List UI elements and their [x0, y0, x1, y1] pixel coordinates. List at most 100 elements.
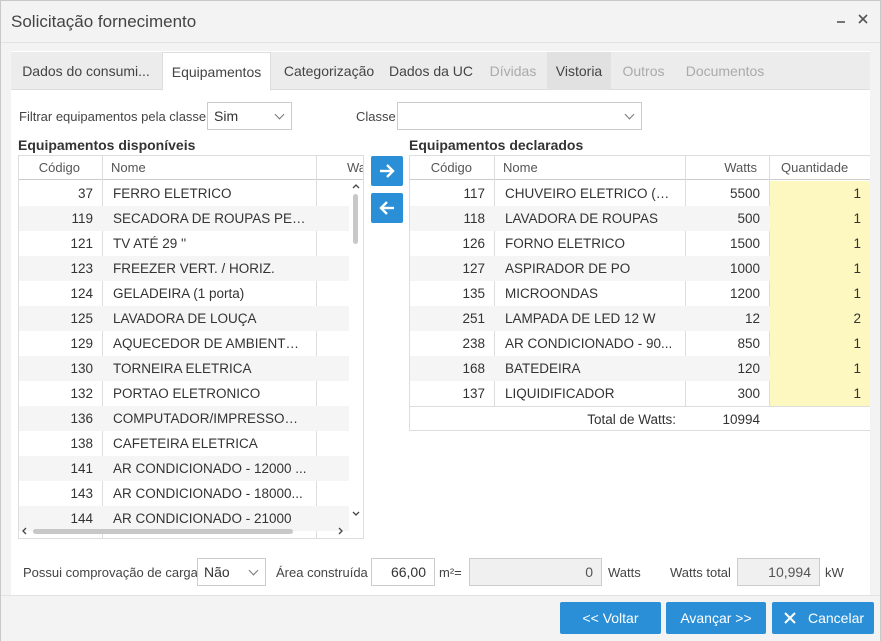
table-row[interactable]: 251 LAMPADA DE LED 12 W 12 2 [410, 306, 870, 331]
row-nome: LAVADORA DE LOUÇA [113, 311, 257, 326]
row-codigo: 118 [463, 211, 485, 226]
row-quantidade[interactable]: 1 [770, 381, 870, 406]
tab-outros: Outros [622, 63, 665, 79]
area-watts-field: 0 [469, 558, 602, 586]
filter-label: Filtrar equipamentos pela classe [19, 109, 207, 124]
row-nome: TORNEIRA ELETRICA [113, 361, 252, 376]
row-quantidade[interactable]: 1 [770, 231, 870, 256]
area-unit: m²= [439, 565, 462, 580]
table-row[interactable]: 130 TORNEIRA ELETRICA [19, 356, 349, 381]
row-codigo: 136 [70, 411, 93, 426]
table-row[interactable]: 123 FREEZER VERT. / HORIZ. [19, 256, 349, 281]
scroll-right-icon[interactable] [337, 526, 345, 536]
col-quantidade[interactable]: Quantidade [770, 156, 870, 180]
filter-class-select[interactable]: Sim [207, 102, 292, 130]
vertical-scrollbar[interactable] [349, 182, 363, 524]
row-codigo: 123 [70, 261, 93, 276]
tab-documentos: Documentos [685, 63, 765, 79]
row-codigo: 37 [77, 186, 93, 201]
class-select[interactable] [397, 102, 642, 130]
row-quantidade[interactable]: 1 [770, 181, 870, 206]
table-row[interactable]: 132 PORTAO ELETRONICO [19, 381, 349, 406]
horizontal-scrollbar[interactable] [19, 524, 349, 538]
row-codigo: 141 [70, 461, 93, 476]
row-quantidade[interactable]: 2 [770, 306, 870, 331]
row-nome: LIQUIDIFICADOR [505, 386, 615, 401]
col-nome[interactable]: Nome [495, 156, 686, 180]
table-row[interactable]: 138 CAFETEIRA ELETRICA [19, 431, 349, 456]
table-row[interactable]: 126 FORNO ELETRICO 1500 1 [410, 231, 870, 256]
tab-equipamentos[interactable]: Equipamentos [162, 52, 271, 91]
row-codigo: 135 [462, 286, 485, 301]
col-codigo[interactable]: Código [410, 156, 495, 180]
table-row[interactable]: 141 AR CONDICIONADO - 12000 ... [19, 456, 349, 481]
tab-dados-consumidor[interactable]: Dados do consumi... [11, 52, 161, 90]
table-row[interactable]: 238 AR CONDICIONADO - 90... 850 1 [410, 331, 870, 356]
cancel-button[interactable]: Cancelar [772, 602, 874, 634]
remove-equipment-button[interactable] [371, 193, 403, 223]
next-button[interactable]: Avançar >> [666, 602, 766, 634]
table-row[interactable]: 121 TV ATÉ 29 '' [19, 231, 349, 256]
row-quantidade[interactable]: 1 [770, 206, 870, 231]
table-row[interactable]: 143 AR CONDICIONADO - 18000... [19, 481, 349, 506]
table-row[interactable]: 118 LAVADORA DE ROUPAS 500 1 [410, 206, 870, 231]
row-quantidade[interactable]: 1 [770, 356, 870, 381]
row-codigo: 129 [70, 336, 93, 351]
row-codigo: 251 [462, 311, 485, 326]
row-nome: FERRO ELETRICO [113, 186, 232, 201]
table-row[interactable]: 125 LAVADORA DE LOUÇA [19, 306, 349, 331]
row-quantidade[interactable]: 1 [770, 281, 870, 306]
row-nome: CAFETEIRA ELETRICA [113, 436, 258, 451]
table-row[interactable]: 37 FERRO ELETRICO [19, 181, 349, 206]
col-watts[interactable]: Watts [686, 156, 770, 180]
add-equipment-button[interactable] [371, 156, 403, 186]
scroll-thumb[interactable] [33, 529, 293, 534]
table-row[interactable]: 135 MICROONDAS 1200 1 [410, 281, 870, 306]
table-row[interactable]: 124 GELADEIRA (1 porta) [19, 281, 349, 306]
back-button[interactable]: << Voltar [560, 602, 661, 634]
col-codigo[interactable]: Código [19, 156, 103, 180]
arrow-right-icon [380, 164, 395, 178]
table-row[interactable]: 119 SECADORA DE ROUPAS PEQ... [19, 206, 349, 231]
table-row[interactable]: 127 ASPIRADOR DE PO 1000 1 [410, 256, 870, 281]
row-quantidade[interactable]: 1 [770, 256, 870, 281]
row-nome: AR CONDICIONADO - 90... [505, 336, 673, 351]
row-codigo: 143 [70, 486, 93, 501]
scroll-up-icon[interactable] [351, 182, 361, 190]
table-row[interactable]: 137 LIQUIDIFICADOR 300 1 [410, 381, 870, 406]
row-watts: 850 [737, 336, 760, 351]
window-title: Solicitação fornecimento [11, 12, 197, 31]
watts-unit: Watts [608, 565, 641, 580]
tab-vistoria[interactable]: Vistoria [547, 52, 611, 90]
scroll-down-icon[interactable] [351, 510, 361, 518]
row-nome: AQUECEDOR DE AMBIENTE -... [113, 336, 315, 351]
row-codigo: 137 [462, 386, 485, 401]
close-button[interactable] [855, 12, 871, 30]
table-row[interactable]: 129 AQUECEDOR DE AMBIENTE -... [19, 331, 349, 356]
scroll-left-icon[interactable] [20, 526, 28, 536]
area-input[interactable]: 66,00 [371, 558, 435, 586]
minimize-button[interactable] [833, 12, 849, 30]
row-codigo: 132 [70, 386, 93, 401]
row-codigo: 138 [70, 436, 93, 451]
tab-dados-uc[interactable]: Dados da UC [385, 52, 477, 90]
scroll-thumb[interactable] [353, 194, 358, 244]
row-nome: SECADORA DE ROUPAS PEQ... [113, 211, 314, 226]
table-row[interactable]: 168 BATEDEIRA 120 1 [410, 356, 870, 381]
tab-categorizacao[interactable]: Categorização [273, 52, 385, 90]
col-nome[interactable]: Nome [103, 156, 317, 180]
total-row: Total de Watts: 10994 [410, 406, 870, 430]
row-quantidade[interactable]: 1 [770, 331, 870, 356]
declared-title: Equipamentos declarados [409, 137, 584, 153]
row-nome: PORTAO ELETRONICO [113, 386, 261, 401]
tab-bar: Dados do consumi... Equipamentos Categor… [11, 52, 870, 91]
kw-unit: kW [825, 565, 844, 580]
watts-total-label: Watts total [670, 565, 731, 580]
row-codigo: 127 [462, 261, 485, 276]
table-row[interactable]: 136 COMPUTADOR/IMPRESSORA... [19, 406, 349, 431]
col-watts[interactable]: Wa [317, 156, 363, 180]
row-watts: 120 [737, 361, 760, 376]
row-nome: AR CONDICIONADO - 12000 ... [113, 461, 307, 476]
load-proof-select[interactable]: Não [197, 558, 266, 586]
table-row[interactable]: 117 CHUVEIRO ELETRICO (OU... 5500 1 [410, 181, 870, 206]
